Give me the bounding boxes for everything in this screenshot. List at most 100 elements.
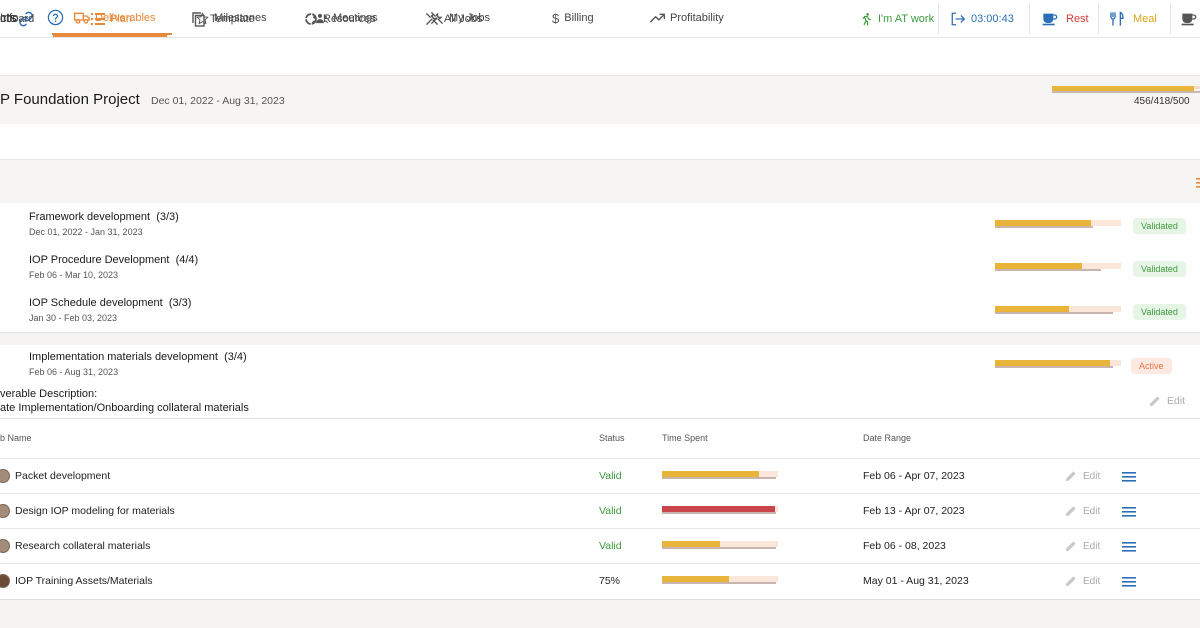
active-subtab-indicator bbox=[52, 33, 172, 35]
job-name[interactable]: Packet development bbox=[15, 470, 110, 482]
progress-baseline bbox=[662, 477, 776, 479]
coffee-cup-icon bbox=[1042, 12, 1058, 26]
tab-label: Info bbox=[0, 12, 19, 24]
job-name[interactable]: Research collateral materials bbox=[15, 540, 150, 552]
job-date-range: Feb 06 - 08, 2023 bbox=[863, 540, 946, 552]
row-divider bbox=[0, 528, 1200, 529]
pencil-icon bbox=[1064, 574, 1078, 588]
hamburger-menu-icon[interactable] bbox=[1122, 577, 1136, 587]
progress-baseline bbox=[662, 512, 776, 514]
deliverable-dates: Jan 30 - Feb 03, 2023 bbox=[29, 313, 118, 323]
time-spent-bar bbox=[662, 576, 778, 585]
deliverable-progress-bar bbox=[995, 263, 1121, 272]
edit-job-button[interactable]: Edit bbox=[1064, 504, 1100, 518]
running-person-icon bbox=[860, 12, 873, 26]
tab-label: Deliverables bbox=[95, 12, 156, 24]
edit-job-button[interactable]: Edit bbox=[1064, 469, 1100, 483]
edit-job-button[interactable]: Edit bbox=[1064, 574, 1100, 588]
meal-button[interactable]: Meal bbox=[1109, 0, 1157, 38]
row-divider bbox=[0, 563, 1200, 564]
project-dates: Dec 01, 2022 - Aug 31, 2023 bbox=[151, 95, 285, 107]
timer-button[interactable]: 03:00:43 bbox=[950, 0, 1014, 38]
project-title: P Foundation Project bbox=[0, 91, 140, 108]
top-bar bbox=[0, 0, 1200, 38]
meal-label: Meal bbox=[1133, 13, 1157, 25]
progress-baseline bbox=[662, 582, 776, 584]
job-name[interactable]: IOP Training Assets/Materials bbox=[15, 575, 153, 587]
deliverable-dates: Feb 06 - Mar 10, 2023 bbox=[29, 270, 119, 280]
pencil-icon bbox=[1064, 504, 1078, 518]
subtab-profitability[interactable]: Profitability bbox=[650, 0, 724, 36]
help-icon[interactable] bbox=[47, 9, 64, 26]
subtab-meetings[interactable]: Meetings bbox=[312, 0, 378, 36]
time-spent-bar bbox=[662, 541, 778, 550]
tab-label: Meetings bbox=[333, 12, 378, 24]
separator bbox=[938, 4, 939, 34]
description-text: ate Implementation/Onboarding collateral… bbox=[0, 402, 249, 414]
separator bbox=[1170, 4, 1171, 34]
time-spent-bar bbox=[662, 506, 778, 515]
progress-baseline bbox=[995, 312, 1114, 314]
group-icon bbox=[312, 13, 328, 24]
job-status: Valid bbox=[599, 540, 622, 552]
trending-up-icon bbox=[650, 13, 665, 23]
deliverable-name[interactable]: IOP Schedule development (3/3) bbox=[29, 297, 191, 309]
subtab-deliverables[interactable]: Deliverables bbox=[74, 0, 156, 36]
hamburger-menu-icon[interactable] bbox=[1122, 542, 1136, 552]
work-status-button[interactable]: I'm AT work bbox=[860, 0, 934, 38]
column-header-name[interactable]: b Name bbox=[0, 433, 32, 443]
main-tabs bbox=[0, 38, 1200, 76]
status-badge: Validated bbox=[1133, 304, 1186, 320]
pencil-icon bbox=[1064, 469, 1078, 483]
hamburger-menu-icon[interactable] bbox=[1122, 507, 1136, 517]
fork-knife-icon bbox=[1109, 11, 1125, 27]
tab-label: Profitability bbox=[670, 12, 724, 24]
star-icon bbox=[196, 12, 209, 25]
row-divider bbox=[0, 458, 1200, 459]
deliverable-dates: Dec 01, 2022 - Jan 31, 2023 bbox=[29, 227, 143, 237]
row-divider bbox=[0, 493, 1200, 494]
separator bbox=[1029, 4, 1030, 34]
tab-label: My Jobs bbox=[449, 12, 490, 24]
status-badge: Validated bbox=[1133, 218, 1186, 234]
toolbar-band bbox=[0, 160, 1200, 203]
hamburger-menu-icon[interactable] bbox=[1122, 472, 1136, 482]
separator bbox=[1098, 4, 1099, 34]
sub-tabs bbox=[0, 124, 1200, 160]
status-badge: Validated bbox=[1133, 261, 1186, 277]
job-name[interactable]: Design IOP modeling for materials bbox=[15, 505, 175, 517]
subtab-my-jobs[interactable]: My Jobs bbox=[430, 0, 490, 36]
progress-baseline bbox=[995, 269, 1101, 271]
column-header-range[interactable]: Date Range bbox=[863, 433, 911, 443]
subtab-milestones[interactable]: Milestones bbox=[196, 0, 267, 36]
progress-baseline bbox=[1052, 91, 1200, 93]
deliverable-progress-bar bbox=[995, 360, 1121, 369]
edit-label: Edit bbox=[1167, 395, 1186, 407]
deliverable-progress-bar bbox=[995, 220, 1121, 229]
column-header-status[interactable]: Status bbox=[599, 433, 625, 443]
deliverable-name[interactable]: Implementation materials development (3/… bbox=[29, 351, 247, 363]
edit-deliverable-button[interactable]: Edit bbox=[1148, 394, 1185, 408]
job-date-range: May 01 - Aug 31, 2023 bbox=[863, 575, 969, 587]
job-date-range: Feb 06 - Apr 07, 2023 bbox=[863, 470, 965, 482]
subtab-billing[interactable]: $ Billing bbox=[552, 0, 594, 36]
rest-button[interactable]: Rest bbox=[1042, 0, 1089, 38]
job-date-range: Feb 13 - Apr 07, 2023 bbox=[863, 505, 965, 517]
deliverable-progress-bar bbox=[995, 306, 1121, 315]
progress-baseline bbox=[995, 226, 1094, 228]
column-header-time[interactable]: Time Spent bbox=[662, 433, 708, 443]
work-status-label: I'm AT work bbox=[878, 13, 935, 25]
deliverable-name[interactable]: IOP Procedure Development (4/4) bbox=[29, 254, 198, 266]
tab-label: Billing bbox=[564, 12, 594, 24]
menu-icon[interactable] bbox=[1196, 178, 1200, 188]
rest-label: Rest bbox=[1066, 13, 1089, 25]
job-status: Valid bbox=[599, 505, 622, 517]
job-status: Valid bbox=[599, 470, 622, 482]
tab-label: Milestones bbox=[214, 12, 267, 24]
edit-job-button[interactable]: Edit bbox=[1064, 539, 1100, 553]
break-button[interactable] bbox=[1181, 0, 1197, 38]
project-progress-bar bbox=[1052, 86, 1200, 94]
subtab-info[interactable]: Info bbox=[0, 0, 18, 36]
deliverable-name[interactable]: Framework development (3/3) bbox=[29, 211, 179, 223]
time-spent-bar bbox=[662, 471, 778, 480]
